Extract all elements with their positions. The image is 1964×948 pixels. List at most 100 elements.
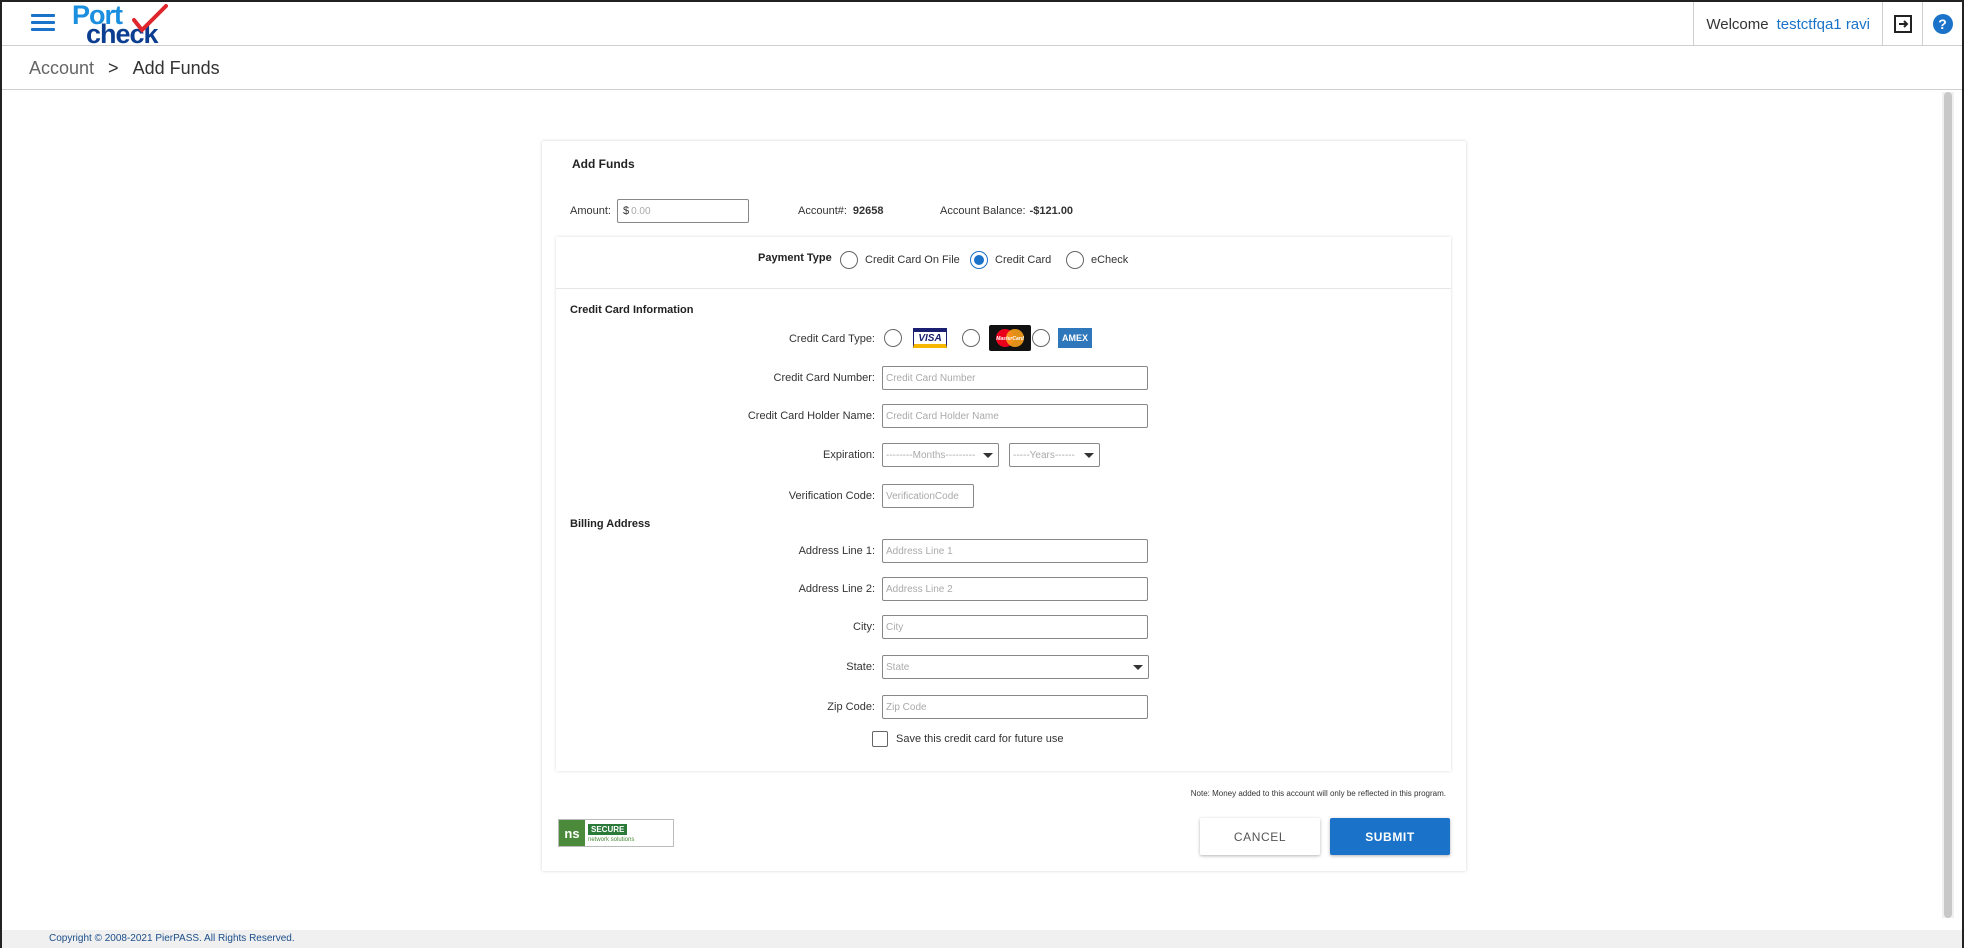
- amount-row: Amount: $: [570, 199, 749, 223]
- funds-note: Note: Money added to this account will o…: [1190, 789, 1446, 798]
- zip-row: Zip Code:: [556, 695, 1451, 719]
- radio-button[interactable]: [840, 251, 858, 269]
- amount-label: Amount:: [570, 205, 611, 217]
- submit-button[interactable]: SUBMIT: [1330, 818, 1450, 855]
- cc-holder-row: Credit Card Holder Name:: [556, 404, 1451, 428]
- cc-type-row: Credit Card Type: VISA MasterCard AMEX: [556, 325, 1451, 351]
- cc-number-input[interactable]: [882, 366, 1148, 390]
- months-value: --------Months---------: [886, 449, 976, 461]
- account-value: 92658: [852, 205, 884, 217]
- payment-type-label: Payment Type: [758, 252, 832, 264]
- cancel-button[interactable]: CANCEL: [1200, 818, 1320, 855]
- cc-type-label: Credit Card Type:: [788, 333, 875, 345]
- radio-credit-card[interactable]: Credit Card: [970, 251, 1051, 269]
- state-row: State: State: [556, 655, 1451, 679]
- radio-echeck[interactable]: eCheck: [1066, 251, 1128, 269]
- secure-badge-text: SECURE network solutions: [585, 820, 673, 846]
- payment-panel: Payment Type Credit Card On File Credit …: [556, 237, 1451, 771]
- header-right: Welcome testctfqa1 ravi ?: [1693, 2, 1962, 46]
- cc-holder-input[interactable]: [882, 404, 1148, 428]
- help-glyph: ?: [1932, 14, 1953, 34]
- radio-button-selected[interactable]: [970, 251, 988, 269]
- radio-button[interactable]: [1066, 251, 1084, 269]
- checkmark-icon: [132, 4, 168, 33]
- welcome-text: Welcome testctfqa1 ravi: [1693, 2, 1882, 46]
- state-select[interactable]: State: [882, 655, 1149, 679]
- ns-logo: ns: [559, 820, 585, 846]
- years-value: -----Years------: [1013, 449, 1075, 461]
- help-icon[interactable]: ?: [1922, 2, 1962, 46]
- radio-amex[interactable]: [1032, 329, 1050, 347]
- address2-row: Address Line 2:: [556, 577, 1451, 601]
- visa-logo: VISA: [913, 328, 947, 348]
- logout-icon[interactable]: [1882, 2, 1922, 46]
- city-label: City:: [853, 621, 875, 633]
- breadcrumb: Account > Add Funds: [2, 47, 1962, 90]
- username-link[interactable]: testctfqa1 ravi: [1777, 16, 1870, 33]
- breadcrumb-current: Add Funds: [132, 57, 220, 78]
- payment-type-row: Payment Type Credit Card On File Credit …: [556, 237, 1451, 289]
- state-label: State:: [846, 661, 875, 673]
- radio-label: Credit Card: [995, 254, 1052, 266]
- address1-row: Address Line 1:: [556, 539, 1451, 563]
- breadcrumb-account-link[interactable]: Account: [29, 58, 94, 79]
- city-row: City:: [556, 615, 1451, 639]
- cc-section-label: Credit Card Information: [570, 304, 694, 316]
- mastercard-text: MasterCard: [996, 336, 1024, 342]
- save-card-label: Save this credit card for future use: [896, 733, 1064, 745]
- amex-logo: AMEX: [1058, 328, 1092, 348]
- save-card-row[interactable]: Save this credit card for future use: [872, 731, 1064, 747]
- amount-input[interactable]: [631, 205, 742, 217]
- secure-badge[interactable]: ns SECURE network solutions: [558, 819, 674, 847]
- account-balance: Account Balance: -$121.00: [940, 205, 1073, 217]
- footer: Copyright © 2008-2021 PierPASS. All Righ…: [2, 930, 1962, 948]
- radio-visa[interactable]: [884, 329, 902, 347]
- zip-input[interactable]: [882, 695, 1148, 719]
- radio-mastercard[interactable]: [962, 329, 980, 347]
- address2-label: Address Line 2:: [798, 583, 875, 595]
- cvv-label: Verification Code:: [788, 490, 875, 502]
- months-select[interactable]: --------Months---------: [882, 443, 999, 467]
- chevron-down-icon: [983, 453, 993, 458]
- radio-label: eCheck: [1091, 254, 1129, 266]
- expiration-label: Expiration:: [823, 449, 875, 461]
- address2-input[interactable]: [882, 577, 1148, 601]
- account-number: Account#: 92658: [798, 205, 884, 217]
- breadcrumb-separator: >: [108, 57, 119, 78]
- add-funds-card: Add Funds Amount: $ Account#: 92658 Accou…: [542, 141, 1466, 871]
- years-select[interactable]: -----Years------: [1009, 443, 1100, 467]
- cc-number-row: Credit Card Number:: [556, 366, 1451, 390]
- address1-input[interactable]: [882, 539, 1148, 563]
- copyright-text: Copyright © 2008-2021 PierPASS. All Righ…: [49, 933, 295, 944]
- billing-section-label: Billing Address: [570, 518, 651, 530]
- address1-label: Address Line 1:: [798, 545, 875, 557]
- scrollbar-thumb[interactable]: [1944, 92, 1952, 918]
- balance-value: -$121.00: [1029, 205, 1074, 217]
- hamburger-icon[interactable]: [31, 14, 55, 34]
- card-title: Add Funds: [572, 157, 635, 171]
- portcheck-logo[interactable]: Port check: [70, 0, 190, 49]
- zip-label: Zip Code:: [827, 701, 875, 713]
- radio-credit-card-on-file[interactable]: Credit Card On File: [840, 251, 960, 269]
- welcome-label: Welcome: [1706, 15, 1769, 33]
- city-input[interactable]: [882, 615, 1148, 639]
- cvv-input[interactable]: [882, 484, 974, 508]
- vertical-scrollbar[interactable]: [1942, 92, 1954, 918]
- account-label: Account#:: [798, 205, 847, 217]
- radio-label: Credit Card On File: [865, 254, 960, 266]
- mastercard-logo: MasterCard: [989, 325, 1031, 351]
- chevron-down-icon: [1084, 453, 1094, 458]
- save-card-checkbox[interactable]: [872, 731, 888, 747]
- cc-number-label: Credit Card Number:: [773, 372, 875, 384]
- currency-prefix: $: [622, 205, 630, 217]
- expiration-row: Expiration: --------Months--------- ----…: [556, 443, 1451, 467]
- balance-label: Account Balance:: [940, 205, 1026, 217]
- state-value: State: [886, 661, 910, 673]
- chevron-down-icon: [1133, 665, 1143, 670]
- cc-holder-label: Credit Card Holder Name:: [747, 410, 875, 422]
- amount-field[interactable]: $: [616, 199, 749, 223]
- cvv-row: Verification Code:: [556, 484, 1451, 508]
- app-header: Port check Welcome testctfqa1 ravi ?: [2, 0, 1962, 49]
- secure-sub: network solutions: [588, 836, 635, 843]
- secure-label: SECURE: [588, 823, 628, 835]
